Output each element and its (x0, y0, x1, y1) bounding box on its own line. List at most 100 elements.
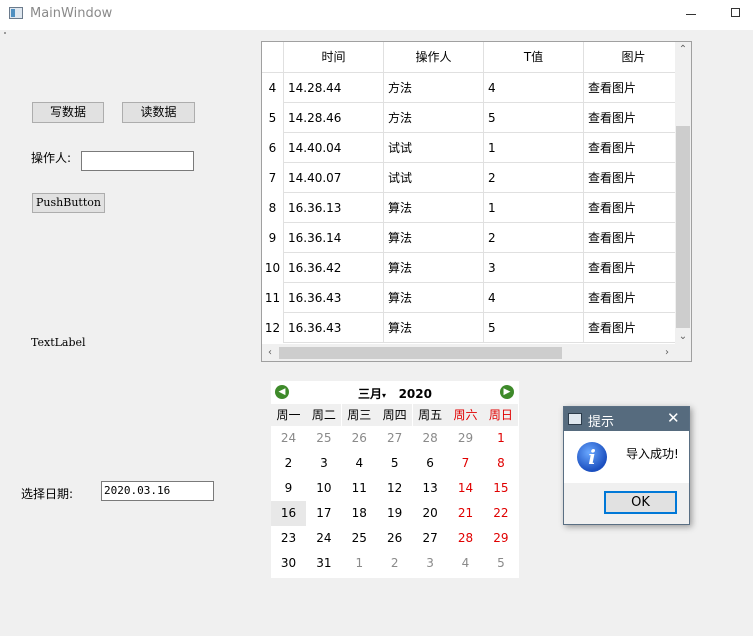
cell-time[interactable]: 16.36.43 (284, 313, 384, 343)
calendar-day[interactable]: 7 (448, 451, 483, 476)
cell-operator[interactable]: 方法 (384, 103, 484, 133)
calendar-day[interactable]: 1 (342, 551, 377, 576)
calendar-day[interactable]: 26 (342, 426, 377, 451)
calendar-day[interactable]: 17 (306, 501, 341, 526)
calendar-day[interactable]: 15 (483, 476, 518, 501)
calendar-day[interactable]: 27 (413, 526, 448, 551)
calendar-day[interactable]: 11 (342, 476, 377, 501)
cell-picture[interactable]: 查看图片 (584, 193, 684, 223)
vertical-scroll-thumb[interactable] (676, 126, 690, 328)
horizontal-scroll-thumb[interactable] (279, 347, 562, 359)
calendar-day[interactable]: 24 (271, 426, 306, 451)
cell-picture[interactable]: 查看图片 (584, 283, 684, 313)
calendar-day[interactable]: 24 (306, 526, 341, 551)
calendar-day[interactable]: 16 (271, 501, 306, 526)
calendar-day[interactable]: 3 (306, 451, 341, 476)
cell-t-value[interactable]: 4 (484, 283, 584, 313)
cell-t-value[interactable]: 2 (484, 223, 584, 253)
cell-t-value[interactable]: 2 (484, 163, 584, 193)
calendar-day[interactable]: 6 (413, 451, 448, 476)
calendar-day[interactable]: 26 (377, 526, 412, 551)
month-dropdown-icon[interactable]: ▾ (382, 391, 386, 400)
cell-t-value[interactable]: 3 (484, 253, 584, 283)
cell-time[interactable]: 16.36.13 (284, 193, 384, 223)
cell-t-value[interactable]: 1 (484, 133, 584, 163)
calendar-day[interactable]: 12 (377, 476, 412, 501)
horizontal-scrollbar[interactable]: ‹ › (262, 344, 675, 361)
calendar-day[interactable]: 9 (271, 476, 306, 501)
ok-button[interactable]: OK (604, 491, 677, 514)
cell-time[interactable]: 14.28.46 (284, 103, 384, 133)
maximize-icon[interactable] (731, 8, 740, 17)
calendar-day[interactable]: 29 (483, 526, 518, 551)
cell-operator[interactable]: 算法 (384, 253, 484, 283)
cell-operator[interactable]: 试试 (384, 163, 484, 193)
calendar-day[interactable]: 4 (342, 451, 377, 476)
minimize-icon[interactable] (686, 14, 696, 15)
scroll-left-icon[interactable]: ‹ (262, 345, 278, 361)
cell-t-value[interactable]: 5 (484, 103, 584, 133)
column-header-picture[interactable]: 图片 (584, 42, 684, 73)
calendar-day[interactable]: 27 (377, 426, 412, 451)
column-header-operator[interactable]: 操作人 (384, 42, 484, 73)
cell-picture[interactable]: 查看图片 (584, 163, 684, 193)
calendar-day[interactable]: 31 (306, 551, 341, 576)
cell-operator[interactable]: 算法 (384, 193, 484, 223)
row-header[interactable]: 7 (262, 163, 284, 193)
cell-picture[interactable]: 查看图片 (584, 73, 684, 103)
row-header[interactable]: 11 (262, 283, 284, 313)
data-table[interactable]: 时间 操作人 T值 图片 4 14.28.44 方法 4 查看图片 5 14.28.46 方法… (261, 41, 692, 362)
calendar-day[interactable]: 1 (483, 426, 518, 451)
row-header[interactable]: 5 (262, 103, 284, 133)
cell-picture[interactable]: 查看图片 (584, 133, 684, 163)
cell-picture[interactable]: 查看图片 (584, 103, 684, 133)
calendar-day[interactable]: 25 (342, 526, 377, 551)
cell-picture[interactable]: 查看图片 (584, 253, 684, 283)
calendar-day[interactable]: 2 (271, 451, 306, 476)
calendar-grid[interactable]: 周一 周二 周三 周四 周五 周六 周日 24 25 26 27 28 29 1 2 3 4 5 6 7 8 9 10 11 1… (271, 404, 519, 578)
cell-time[interactable]: 16.36.14 (284, 223, 384, 253)
vertical-scrollbar[interactable]: ⌃ ⌄ (675, 42, 691, 345)
calendar-day[interactable]: 19 (377, 501, 412, 526)
cell-operator[interactable]: 方法 (384, 73, 484, 103)
cell-operator[interactable]: 算法 (384, 223, 484, 253)
next-month-icon[interactable]: ▶ (500, 385, 514, 399)
cell-time[interactable]: 16.36.43 (284, 283, 384, 313)
column-header-t-value[interactable]: T值 (484, 42, 584, 73)
cell-time[interactable]: 14.40.07 (284, 163, 384, 193)
row-header[interactable]: 12 (262, 313, 284, 343)
cell-t-value[interactable]: 4 (484, 73, 584, 103)
calendar-day[interactable]: 3 (413, 551, 448, 576)
calendar-day[interactable]: 14 (448, 476, 483, 501)
read-data-button[interactable]: 读数据 (122, 102, 195, 123)
calendar-day[interactable]: 22 (483, 501, 518, 526)
scroll-up-icon[interactable]: ⌃ (675, 42, 691, 58)
calendar-day[interactable]: 4 (448, 551, 483, 576)
calendar-day[interactable]: 13 (413, 476, 448, 501)
calendar-day[interactable]: 28 (448, 526, 483, 551)
row-header[interactable]: 4 (262, 73, 284, 103)
cell-picture[interactable]: 查看图片 (584, 313, 684, 343)
calendar-day[interactable]: 29 (448, 426, 483, 451)
write-data-button[interactable]: 写数据 (32, 102, 104, 123)
calendar-day[interactable]: 25 (306, 426, 341, 451)
cell-time[interactable]: 14.28.44 (284, 73, 384, 103)
row-header[interactable]: 6 (262, 133, 284, 163)
row-header[interactable]: 9 (262, 223, 284, 253)
calendar-day[interactable]: 23 (271, 526, 306, 551)
cell-operator[interactable]: 试试 (384, 133, 484, 163)
scroll-right-icon[interactable]: › (659, 345, 675, 361)
cell-operator[interactable]: 算法 (384, 283, 484, 313)
cell-operator[interactable]: 算法 (384, 313, 484, 343)
calendar-day[interactable]: 28 (413, 426, 448, 451)
calendar-day[interactable]: 30 (271, 551, 306, 576)
operator-input[interactable] (81, 151, 194, 171)
cell-time[interactable]: 14.40.04 (284, 133, 384, 163)
calendar-day[interactable]: 5 (483, 551, 518, 576)
cell-time[interactable]: 16.36.42 (284, 253, 384, 283)
calendar-day[interactable]: 21 (448, 501, 483, 526)
calendar-day[interactable]: 8 (483, 451, 518, 476)
column-header-time[interactable]: 时间 (284, 42, 384, 73)
cell-t-value[interactable]: 1 (484, 193, 584, 223)
close-icon[interactable]: ✕ (667, 409, 680, 427)
